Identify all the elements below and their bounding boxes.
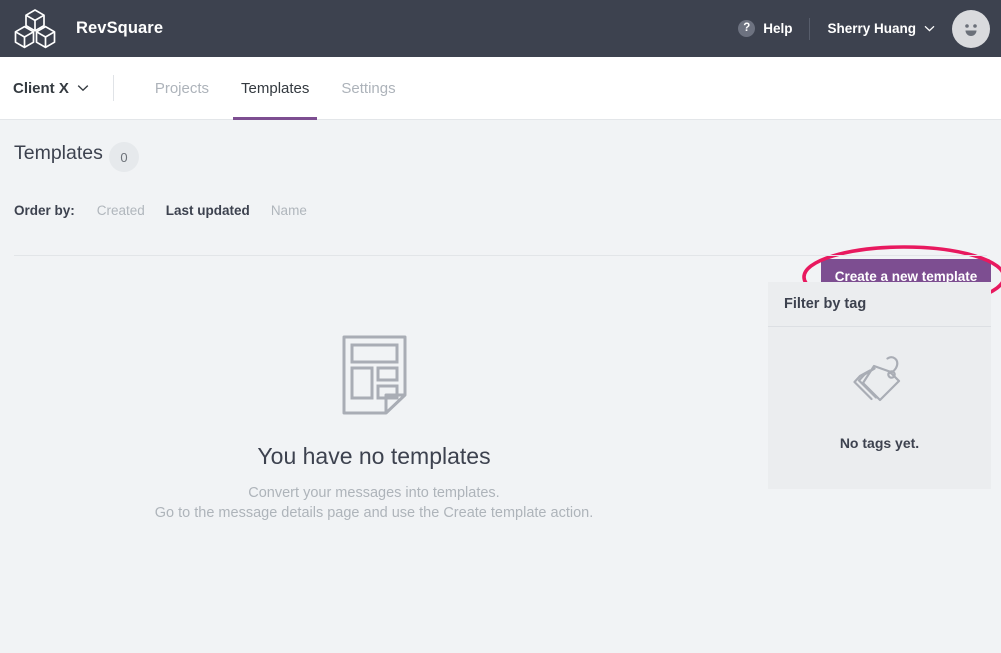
tab-settings[interactable]: Settings: [325, 57, 411, 120]
tab-templates[interactable]: Templates: [225, 57, 325, 120]
tab-projects[interactable]: Projects: [139, 57, 225, 120]
nav-divider: [112, 75, 114, 101]
chevron-down-icon: [77, 84, 89, 92]
nav-tabs: Projects Templates Settings: [139, 57, 412, 120]
smiley-avatar-icon: [965, 23, 977, 36]
order-by-name[interactable]: Name: [271, 203, 307, 218]
filter-by-tag-title: Filter by tag: [768, 282, 991, 327]
no-tags-label: No tags yet.: [839, 435, 920, 451]
brand-name: RevSquare: [76, 19, 164, 37]
order-by-group: Order by: Created Last updated Name: [14, 203, 328, 218]
tags-icon: [847, 347, 913, 418]
header-divider: [809, 17, 811, 40]
page-body: Templates 0 Order by: Created Last updat…: [0, 120, 1001, 653]
user-menu[interactable]: Sherry Huang: [827, 21, 935, 36]
order-by-last-updated[interactable]: Last updated: [166, 203, 250, 218]
secondary-nav: Client X Projects Templates Settings: [0, 57, 1001, 120]
question-circle-icon: ?: [738, 20, 756, 37]
client-selector-label: Client X: [13, 79, 69, 97]
brand-block[interactable]: RevSquare: [0, 8, 163, 50]
page-header: Templates 0: [0, 120, 1001, 198]
empty-state-subtitle: Convert your messages into templates. Go…: [155, 483, 594, 523]
section-divider: [14, 255, 987, 256]
template-document-icon: [342, 335, 407, 420]
filter-by-tag-body: No tags yet.: [768, 327, 991, 489]
order-by-label: Order by:: [14, 203, 75, 218]
client-selector[interactable]: Client X: [0, 80, 89, 97]
empty-state-subtitle-line1: Convert your messages into templates.: [248, 485, 500, 501]
app-header: RevSquare ? Help Sherry Huang: [0, 0, 1001, 57]
avatar[interactable]: [952, 9, 990, 48]
empty-state-title: You have no templates: [257, 443, 491, 469]
order-by-created[interactable]: Created: [97, 203, 145, 218]
page-title: Templates: [14, 142, 103, 164]
templates-count-badge: 0: [109, 142, 139, 172]
empty-state: You have no templates Convert your messa…: [14, 290, 734, 523]
empty-state-subtitle-line2: Go to the message details page and use t…: [154, 505, 594, 521]
chevron-down-icon: [924, 25, 935, 32]
help-button[interactable]: ? Help: [738, 20, 792, 37]
filter-by-tag-panel: Filter by tag No tags yet.: [768, 282, 991, 489]
cubes-logo-icon: [13, 8, 57, 50]
header-right-group: ? Help Sherry Huang: [738, 0, 1001, 57]
help-label: Help: [763, 21, 793, 36]
user-name: Sherry Huang: [827, 21, 916, 36]
